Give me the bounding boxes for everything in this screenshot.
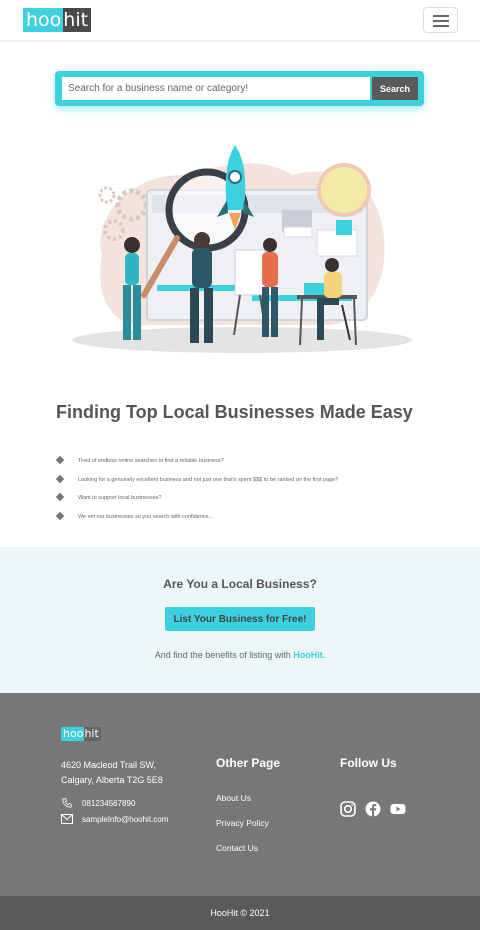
hero-headline: Finding Top Local Businesses Made Easy (56, 402, 413, 422)
follow-us-title: Follow Us (340, 756, 397, 770)
instagram-icon[interactable] (340, 801, 356, 817)
list-item: We vet our businesses so you search with… (55, 511, 338, 530)
list-business-button[interactable]: List Your Business for Free! (165, 607, 315, 631)
logo-part-hoo: hoo (23, 8, 64, 32)
hamburger-menu-button[interactable] (423, 7, 458, 33)
site-logo[interactable]: hoo hit (23, 8, 92, 32)
copyright-bar: HooHit © 2021 (0, 896, 480, 930)
local-business-title: Are You a Local Business? (163, 577, 317, 591)
logo-part-hit: hit (63, 8, 92, 32)
search-button[interactable]: Search (372, 77, 418, 100)
site-header: hoo hit (0, 0, 480, 41)
search-input[interactable] (62, 77, 370, 100)
team-with-rocket-and-magnifier-illustration (72, 145, 412, 353)
other-page-title: Other Page (216, 756, 281, 770)
diamond-bullet-icon (55, 474, 65, 483)
diamond-bullet-icon (55, 511, 65, 520)
youtube-icon[interactable] (390, 801, 406, 817)
facebook-icon[interactable] (365, 801, 381, 817)
hoohit-brand-link[interactable]: HooHit. (293, 650, 325, 660)
diamond-bullet-icon (55, 492, 65, 502)
footer-address: 4620 Macleod Trail SW, Calgary, Alberta … (61, 760, 163, 785)
search-bar: Search (55, 71, 424, 106)
diamond-bullet-icon (55, 455, 65, 465)
benefit-list: Tired of endless online searches to find… (55, 455, 338, 530)
hamburger-menu-icon (433, 15, 449, 17)
about-us-link[interactable]: About Us (216, 793, 251, 803)
privacy-policy-link[interactable]: Privacy Policy (216, 818, 269, 828)
footer-phone[interactable]: 081234567890 (61, 798, 135, 808)
local-business-section: Are You a Local Business? List Your Busi… (0, 547, 480, 693)
site-footer: hoo hit 4620 Macleod Trail SW, Calgary, A… (0, 693, 480, 896)
list-item: Tired of endless online searches to find… (55, 455, 338, 474)
mail-icon (61, 814, 73, 824)
list-item: Looking for a genuinely excellent busine… (55, 474, 338, 493)
footer-logo[interactable]: hoo hit (61, 727, 101, 741)
contact-us-link[interactable]: Contact Us (216, 843, 258, 853)
listing-benefits-note: And find the benefits of listing with Ho… (154, 650, 326, 660)
footer-email[interactable]: sampleInfo@hoohit.com (61, 814, 168, 824)
phone-icon (62, 798, 72, 808)
list-item: Want to support local businesses? (55, 492, 338, 511)
